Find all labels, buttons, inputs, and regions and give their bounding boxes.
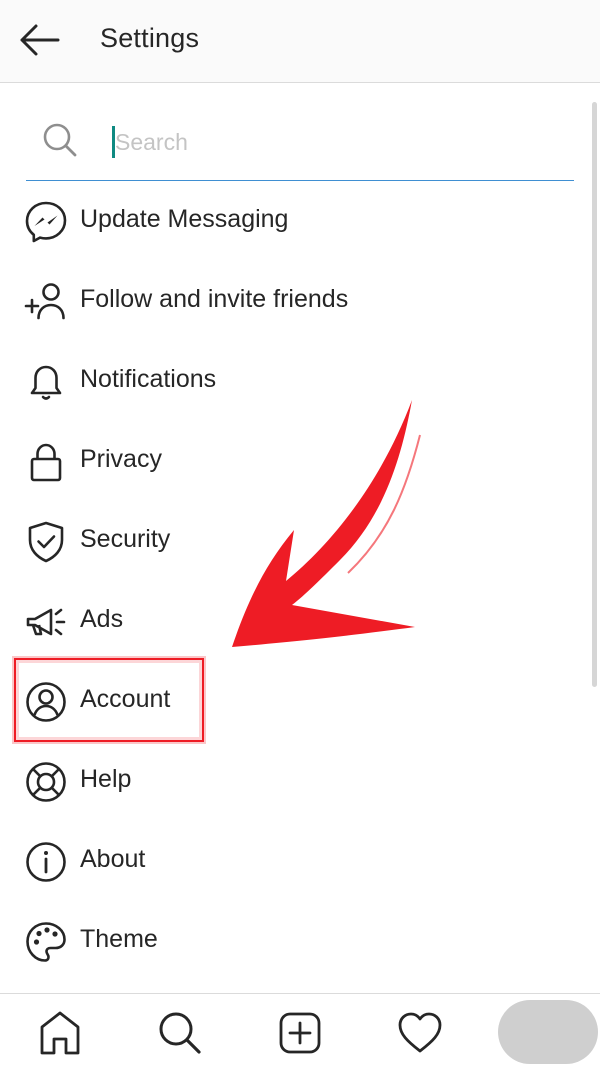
search-input[interactable] <box>112 124 535 160</box>
shield-check-icon <box>28 521 64 563</box>
lifebuoy-icon <box>26 762 66 802</box>
bell-icon <box>30 365 62 400</box>
add-person-icon <box>24 283 65 320</box>
menu-label: Follow and invite friends <box>80 285 349 313</box>
messenger-icon <box>25 201 67 243</box>
menu-item-privacy[interactable]: Privacy <box>0 420 560 500</box>
heart-icon <box>398 1012 442 1053</box>
arrow-left-icon <box>20 24 60 56</box>
nav-new-post-button[interactable] <box>275 1008 325 1058</box>
menu-item-follow-invite[interactable]: Follow and invite friends <box>0 260 560 340</box>
megaphone-icon <box>26 608 66 636</box>
menu-label: Security <box>80 525 171 553</box>
page-title: Settings <box>100 23 200 53</box>
palette-icon <box>26 922 66 962</box>
search-bar <box>26 110 574 181</box>
menu-item-help[interactable]: Help <box>0 740 560 820</box>
back-button[interactable] <box>14 18 66 62</box>
menu-label: Account <box>80 685 171 713</box>
account-circle-icon <box>26 682 66 722</box>
menu-label: About <box>80 845 146 873</box>
profile-avatar[interactable] <box>498 1000 598 1064</box>
menu-item-security[interactable]: Security <box>0 500 560 580</box>
menu-label: Theme <box>80 925 158 953</box>
menu-item-update-messaging[interactable]: Update Messaging <box>0 180 560 260</box>
info-icon <box>26 842 66 882</box>
new-post-icon <box>279 1012 321 1054</box>
menu-label: Notifications <box>80 365 217 393</box>
menu-item-account[interactable]: Account <box>0 660 560 740</box>
text-cursor <box>112 126 115 158</box>
scrollbar[interactable] <box>592 102 597 687</box>
home-icon <box>40 1011 80 1055</box>
menu-item-theme[interactable]: Theme <box>0 900 560 980</box>
menu-label: Privacy <box>80 445 162 473</box>
search-icon <box>43 123 77 157</box>
nav-home-button[interactable] <box>35 1008 85 1058</box>
nav-activity-button[interactable] <box>395 1008 445 1058</box>
top-app-bar: Settings <box>0 0 600 83</box>
menu-label: Help <box>80 765 132 793</box>
nav-search-button[interactable] <box>155 1008 205 1058</box>
menu-item-about[interactable]: About <box>0 820 560 900</box>
menu-label: Update Messaging <box>80 205 289 233</box>
lock-icon <box>30 443 62 482</box>
menu-label: Ads <box>80 605 124 633</box>
menu-item-ads[interactable]: Ads <box>0 580 560 660</box>
menu-item-notifications[interactable]: Notifications <box>0 340 560 420</box>
search-icon <box>159 1012 201 1054</box>
bottom-navigation <box>0 993 600 1071</box>
